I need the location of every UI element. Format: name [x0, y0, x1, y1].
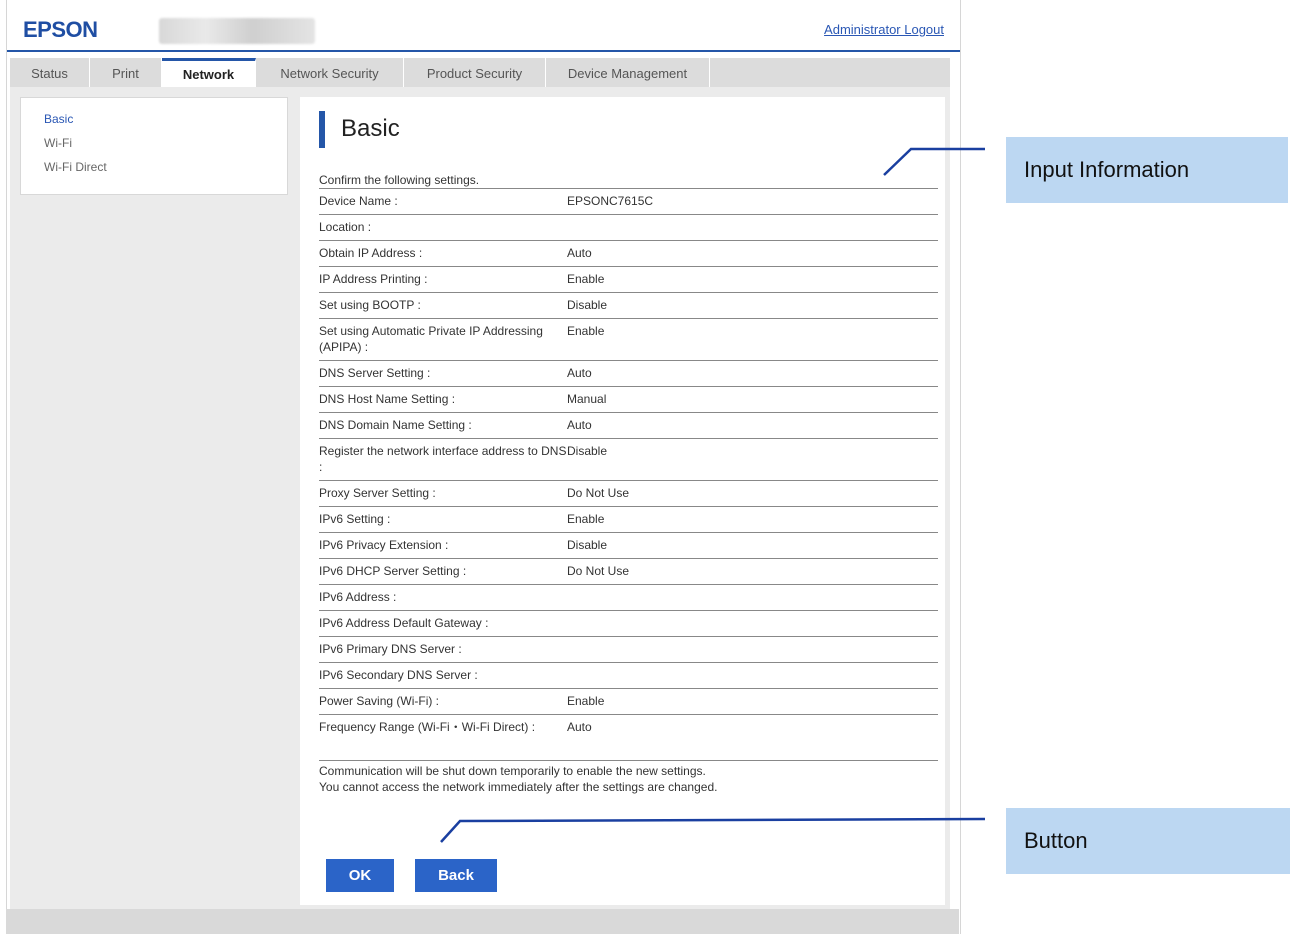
row-label: Frequency Range (Wi-Fi・Wi-Fi Direct) :	[319, 720, 536, 734]
row-label: IPv6 Address Default Gateway :	[319, 616, 489, 630]
row-value: Enable	[567, 694, 605, 708]
table-row: IPv6 Secondary DNS Server :	[319, 663, 938, 689]
row-value: Auto	[567, 720, 592, 734]
row-value: Manual	[567, 392, 607, 406]
table-row: DNS Server Setting : Auto	[319, 361, 938, 387]
row-value: Enable	[567, 272, 605, 286]
table-row: Set using BOOTP : Disable	[319, 293, 938, 319]
row-value: Do Not Use	[567, 486, 630, 500]
row-label: Register the network interface address t…	[319, 444, 567, 474]
row-value: Auto	[567, 418, 592, 432]
table-row: Power Saving (Wi-Fi) : Enable	[319, 689, 938, 715]
tab-status[interactable]: Status	[10, 58, 90, 87]
table-row: Obtain IP Address : Auto	[319, 241, 938, 267]
row-label: Obtain IP Address :	[319, 246, 423, 260]
tab-network-security[interactable]: Network Security	[256, 58, 404, 87]
row-label: IPv6 Address :	[319, 590, 397, 604]
administrator-logout-link[interactable]: Administrator Logout	[824, 22, 944, 37]
row-value: Auto	[567, 366, 592, 380]
sidebar-item-wifi-direct[interactable]: Wi-Fi Direct	[44, 160, 287, 184]
blurred-printer-name	[159, 18, 315, 44]
table-row: Device Name : EPSONC7615C	[319, 189, 938, 215]
row-label: DNS Server Setting :	[319, 366, 431, 380]
sidebar-item-basic[interactable]: Basic	[44, 112, 287, 136]
row-label: IPv6 Primary DNS Server :	[319, 642, 462, 656]
row-label: Power Saving (Wi-Fi) :	[319, 694, 440, 708]
tab-print[interactable]: Print	[90, 58, 162, 87]
row-value: Do Not Use	[567, 564, 630, 578]
table-row: IPv6 DHCP Server Setting : Do Not Use	[319, 559, 938, 585]
row-label: Set using BOOTP :	[319, 298, 421, 312]
footer-bar	[6, 909, 959, 934]
row-value: Auto	[567, 246, 592, 260]
tab-network[interactable]: Network	[162, 58, 256, 87]
table-row: Set using Automatic Private IP Addressin…	[319, 319, 938, 361]
table-row: IPv6 Address Default Gateway :	[319, 611, 938, 637]
tab-device-management[interactable]: Device Management	[546, 58, 710, 87]
callout-button: Button	[1006, 808, 1290, 874]
row-value: Disable	[567, 538, 608, 552]
epson-logo: EPSON	[23, 17, 98, 42]
row-label: DNS Domain Name Setting :	[319, 418, 472, 432]
row-label: Location :	[319, 220, 372, 234]
confirm-text: Confirm the following settings.	[319, 173, 480, 187]
row-label: DNS Host Name Setting :	[319, 392, 456, 406]
table-row: Location :	[319, 215, 938, 241]
tab-product-security[interactable]: Product Security	[404, 58, 546, 87]
row-label: Proxy Server Setting :	[319, 486, 436, 500]
row-label: Set using Automatic Private IP Addressin…	[319, 324, 543, 354]
back-button[interactable]: Back	[415, 859, 497, 892]
table-row: IP Address Printing : Enable	[319, 267, 938, 293]
table-row: Register the network interface address t…	[319, 439, 938, 481]
table-row: DNS Host Name Setting : Manual	[319, 387, 938, 413]
main-content: Basic Confirm the following settings. De…	[300, 97, 945, 905]
header: EPSON Administrator Logout	[7, 0, 960, 52]
table-row: Frequency Range (Wi-Fi・Wi-Fi Direct) : Au…	[319, 715, 938, 761]
table-row: IPv6 Primary DNS Server :	[319, 637, 938, 663]
row-value: Enable	[567, 324, 605, 338]
table-row: IPv6 Privacy Extension : Disable	[319, 533, 938, 559]
settings-table: Device Name : EPSONC7615C Location : Obta…	[319, 188, 938, 761]
table-row: IPv6 Address :	[319, 585, 938, 611]
row-label: IPv6 Setting :	[319, 512, 391, 526]
notice-text: Communication will be shut down temporar…	[319, 763, 717, 795]
row-label: IP Address Printing :	[319, 272, 428, 286]
header-divider	[7, 50, 960, 52]
table-row: Proxy Server Setting : Do Not Use	[319, 481, 938, 507]
notice-line-2: You cannot access the network immediatel…	[319, 780, 718, 794]
table-row: IPv6 Setting : Enable	[319, 507, 938, 533]
table-row: DNS Domain Name Setting : Auto	[319, 413, 938, 439]
row-value: Disable	[567, 444, 608, 458]
sidebar-item-wifi[interactable]: Wi-Fi	[44, 136, 287, 160]
ok-button[interactable]: OK	[326, 859, 394, 892]
callout-input-information: Input Information	[1006, 137, 1288, 203]
row-label: IPv6 DHCP Server Setting :	[319, 564, 467, 578]
row-value: Enable	[567, 512, 605, 526]
row-value: EPSONC7615C	[567, 194, 654, 208]
row-label: Device Name :	[319, 194, 398, 208]
row-label: IPv6 Privacy Extension :	[319, 538, 449, 552]
row-label: IPv6 Secondary DNS Server :	[319, 668, 478, 682]
title-accent-bar	[319, 111, 325, 148]
notice-line-1: Communication will be shut down temporar…	[319, 764, 706, 778]
page-title: Basic	[341, 115, 400, 142]
tab-bar: Status Print Network Network Security Pr…	[10, 58, 950, 87]
sidebar: Basic Wi-Fi Wi-Fi Direct	[20, 97, 288, 195]
row-value: Disable	[567, 298, 608, 312]
